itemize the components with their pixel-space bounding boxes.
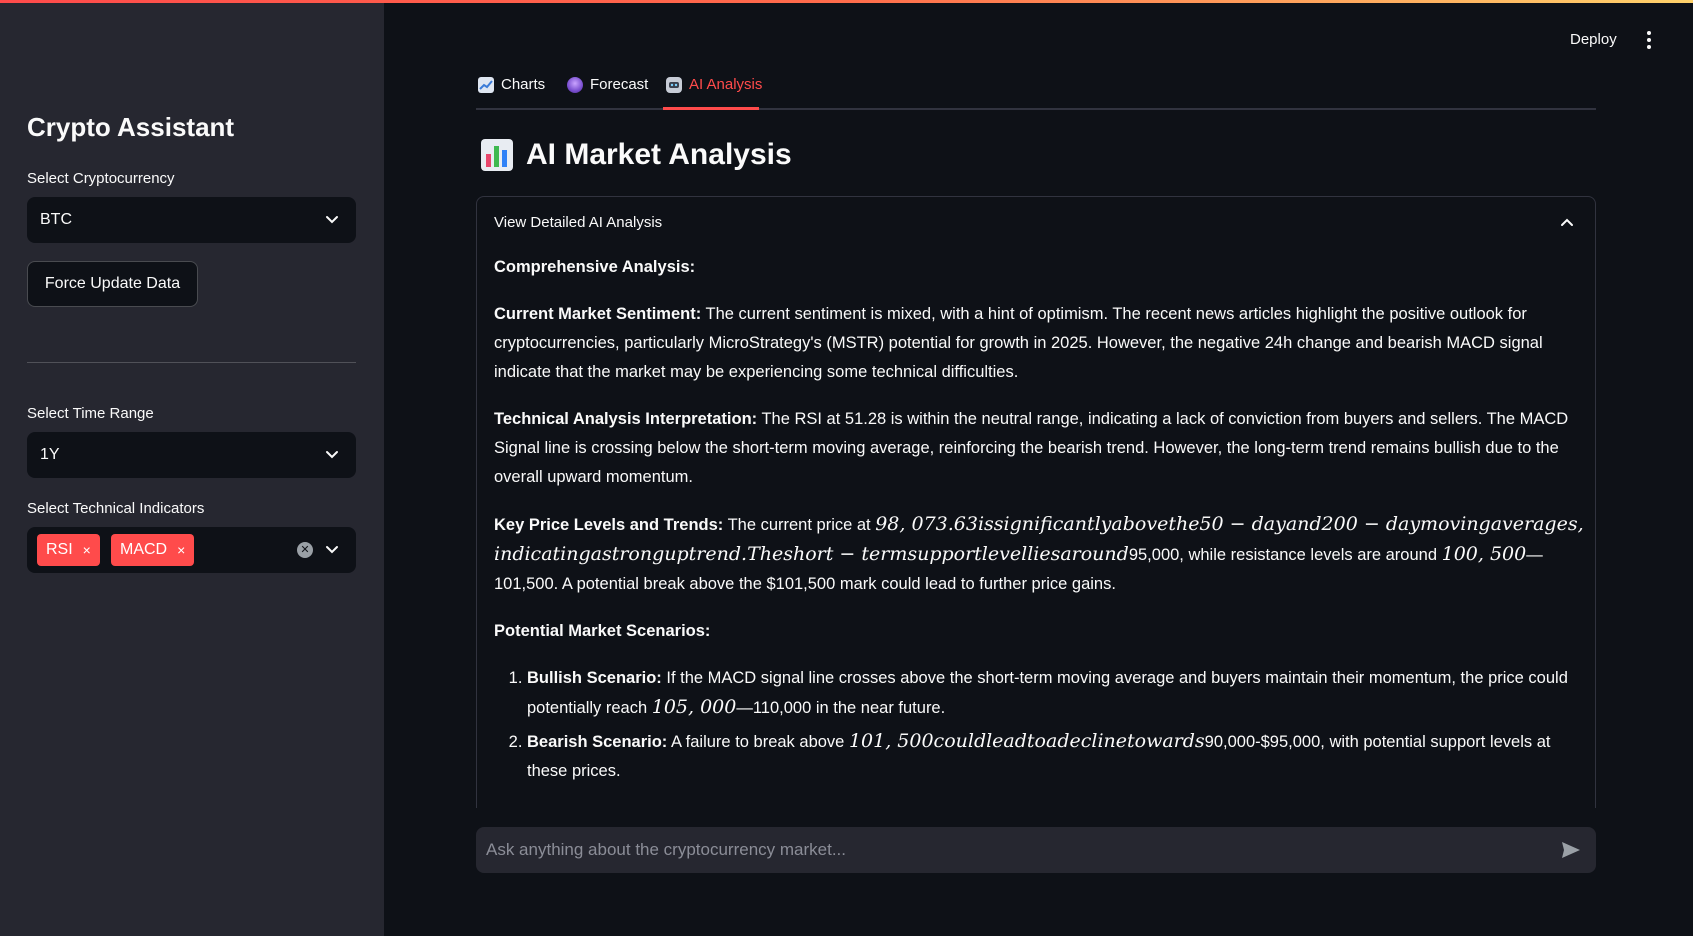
sidebar-title: Crypto Assistant [27, 112, 235, 142]
indicators-label: Select Technical Indicators [27, 500, 205, 517]
page-title: AI Market Analysis [526, 138, 792, 171]
chevron-down-icon [326, 216, 338, 224]
sentiment-title: Current Market Sentiment: [494, 305, 702, 323]
bearish-text: A failure to break above [667, 733, 849, 751]
active-tab-indicator [663, 107, 759, 110]
deploy-button[interactable]: Deploy [1570, 31, 1617, 48]
indicator-chip-macd: MACD × [111, 534, 195, 566]
chat-input[interactable] [486, 827, 1526, 873]
force-update-button[interactable]: Force Update Data [27, 261, 198, 307]
time-range-select[interactable]: 1Y [27, 432, 356, 478]
tab-ai-analysis[interactable]: AI Analysis [666, 76, 762, 110]
more-menu-icon[interactable] [1640, 31, 1658, 51]
indicator-chip-rsi: RSI × [37, 534, 100, 566]
chip-label: MACD [120, 541, 168, 558]
levels-title: Key Price Levels and Trends: [494, 516, 724, 534]
crypto-select-label: Select Cryptocurrency [27, 170, 175, 187]
bullish-text: —110,000 in the near future. [736, 699, 946, 717]
chevron-down-icon[interactable] [324, 541, 340, 557]
clear-all-icon[interactable]: ✕ [297, 542, 313, 558]
time-range-value: 1Y [40, 446, 60, 463]
crypto-select[interactable]: BTC [27, 197, 356, 243]
section-heading: Comprehensive Analysis: [494, 258, 696, 276]
robot-icon [666, 77, 682, 93]
list-item: Bullish Scenario: If the MACD signal lin… [527, 664, 1584, 723]
crystal-ball-icon [567, 77, 583, 93]
bearish-math-text: 101, 500couldleadtoadeclinetowards [848, 730, 1205, 752]
technical-paragraph: Technical Analysis Interpretation: The R… [494, 405, 1584, 492]
technical-title: Technical Analysis Interpretation: [494, 410, 758, 428]
chart-icon [478, 77, 494, 93]
bar-chart-icon [481, 139, 513, 171]
tab-charts[interactable]: Charts [478, 76, 545, 110]
top-decoration-stripe [0, 0, 1693, 3]
send-icon[interactable] [1560, 839, 1582, 861]
levels-paragraph: Key Price Levels and Trends: The current… [494, 510, 1584, 599]
remove-chip-icon[interactable]: × [177, 542, 185, 558]
sentiment-paragraph: Current Market Sentiment: The current se… [494, 300, 1584, 387]
tab-label: AI Analysis [689, 76, 763, 93]
chevron-down-icon [326, 451, 338, 459]
sidebar: Crypto Assistant Select Cryptocurrency B… [0, 0, 384, 936]
indicators-multiselect[interactable]: RSI × MACD × ✕ [27, 527, 356, 573]
sidebar-divider [27, 362, 356, 363]
levels-math-text: 100, 500 [1441, 543, 1527, 565]
bearish-title: Bearish Scenario: [527, 733, 668, 751]
bullish-math-text: 105, 000 [651, 696, 737, 718]
list-item: Bearish Scenario: A failure to break abo… [527, 727, 1584, 786]
analysis-expander: View Detailed AI Analysis Comprehensive … [476, 196, 1596, 808]
tab-forecast[interactable]: Forecast [567, 76, 648, 110]
scenarios-list: Bullish Scenario: If the MACD signal lin… [494, 664, 1584, 786]
tab-label: Charts [501, 76, 546, 93]
remove-chip-icon[interactable]: × [83, 542, 91, 558]
crypto-select-value: BTC [40, 211, 72, 228]
scenarios-title: Potential Market Scenarios: [494, 622, 711, 640]
chat-input-container [476, 827, 1596, 873]
analysis-content: Comprehensive Analysis: Current Market S… [494, 253, 1584, 790]
page-heading: AI Market Analysis [480, 138, 792, 172]
levels-text: The current price at [723, 516, 876, 534]
tab-label: Forecast [590, 76, 649, 93]
levels-text: 95,000, while resistance levels are arou… [1128, 546, 1442, 564]
chip-label: RSI [46, 541, 73, 558]
expander-title[interactable]: View Detailed AI Analysis [494, 214, 662, 231]
time-range-label: Select Time Range [27, 405, 154, 422]
bullish-title: Bullish Scenario: [527, 669, 662, 687]
chevron-up-icon[interactable] [1559, 215, 1575, 231]
